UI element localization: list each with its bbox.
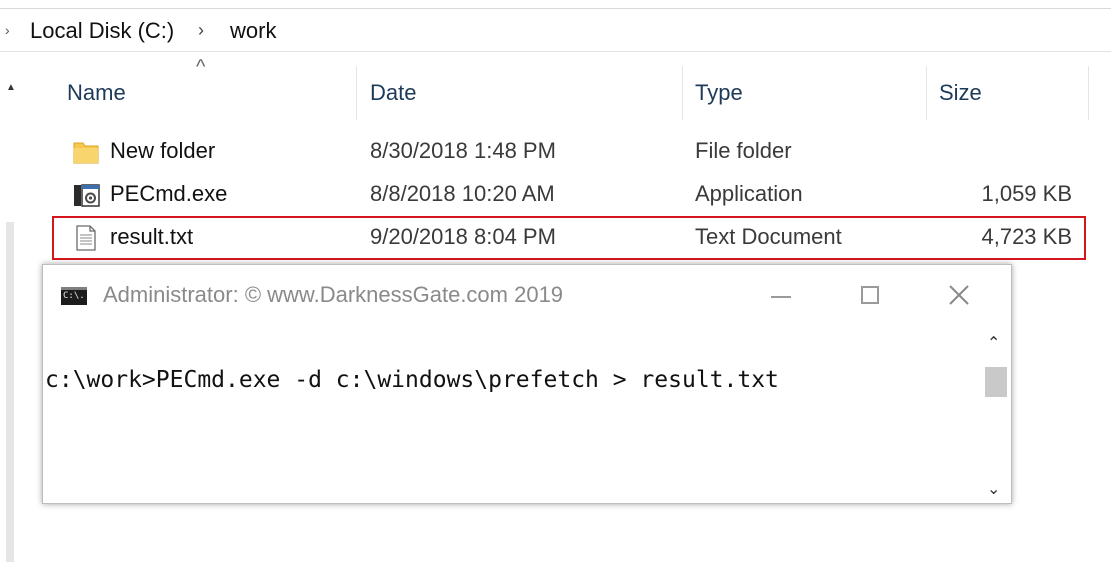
file-date: 8/8/2018 10:20 AM xyxy=(370,181,555,206)
close-button[interactable] xyxy=(939,277,979,313)
column-header-size[interactable]: Size xyxy=(939,80,982,106)
file-type: Application xyxy=(695,181,803,206)
maximize-button[interactable] xyxy=(851,277,891,313)
console-title: Administrator: © www.DarknessGate.com 20… xyxy=(103,282,564,307)
application-icon xyxy=(74,184,100,207)
scrollbar-thumb[interactable] xyxy=(985,367,1007,397)
chevron-left-icon[interactable]: › xyxy=(5,22,10,38)
scroll-up-arrow-icon[interactable]: ▲ xyxy=(6,82,16,93)
navigation-pane-edge: ▲ xyxy=(0,52,24,562)
console-command-line[interactable]: c:\work>PECmd.exe -d c:\windows\prefetch… xyxy=(45,367,779,393)
column-divider[interactable] xyxy=(926,66,927,120)
file-row-result-txt[interactable]: result.txt 9/20/2018 8:04 PM Text Docume… xyxy=(52,216,1086,260)
column-divider[interactable] xyxy=(1088,66,1089,120)
file-name: result.txt xyxy=(110,224,194,249)
close-icon xyxy=(949,285,969,305)
console-scrollbar[interactable]: ⌃ ⌄ xyxy=(981,329,1009,501)
navigation-scrollbar[interactable] xyxy=(6,222,14,562)
maximize-icon xyxy=(861,286,879,304)
scroll-up-icon[interactable]: ⌃ xyxy=(987,333,1000,353)
address-bar[interactable]: › Local Disk (C:) › work xyxy=(0,8,1111,52)
file-name: New folder xyxy=(110,138,216,163)
file-row-new-folder[interactable]: New folder 8/30/2018 1:48 PM File folder xyxy=(54,132,1084,172)
folder-icon xyxy=(73,142,99,164)
column-header-type[interactable]: Type xyxy=(695,80,743,106)
file-date: 8/30/2018 1:48 PM xyxy=(370,138,556,163)
file-size: 4,723 KB xyxy=(981,224,1072,249)
file-name: PECmd.exe xyxy=(110,181,228,206)
column-divider[interactable] xyxy=(682,66,683,120)
minimize-button[interactable] xyxy=(761,277,801,313)
sort-ascending-icon: ^ xyxy=(196,56,206,78)
file-size: 1,059 KB xyxy=(981,181,1072,206)
column-header-name[interactable]: Name xyxy=(67,80,126,106)
command-prompt-icon: C:\. xyxy=(61,287,87,305)
minimize-icon xyxy=(771,296,791,298)
file-type: File folder xyxy=(695,138,792,163)
breadcrumb-separator-icon[interactable]: › xyxy=(198,20,204,41)
breadcrumb-work[interactable]: work xyxy=(230,18,276,44)
file-type: Text Document xyxy=(695,224,842,249)
console-titlebar[interactable]: C:\. Administrator: © www.DarknessGate.c… xyxy=(43,265,1011,325)
column-divider[interactable] xyxy=(356,66,357,120)
scroll-down-icon[interactable]: ⌄ xyxy=(987,479,1000,499)
file-row-pecmd[interactable]: PECmd.exe 8/8/2018 10:20 AM Application … xyxy=(54,175,1084,215)
command-prompt-icon-label: C:\. xyxy=(63,291,85,301)
column-header-date[interactable]: Date xyxy=(370,80,416,106)
file-date: 9/20/2018 8:04 PM xyxy=(370,224,556,249)
command-prompt-window[interactable]: C:\. Administrator: © www.DarknessGate.c… xyxy=(42,264,1012,504)
text-document-icon xyxy=(76,225,96,251)
breadcrumb-local-disk[interactable]: Local Disk (C:) xyxy=(30,18,174,44)
